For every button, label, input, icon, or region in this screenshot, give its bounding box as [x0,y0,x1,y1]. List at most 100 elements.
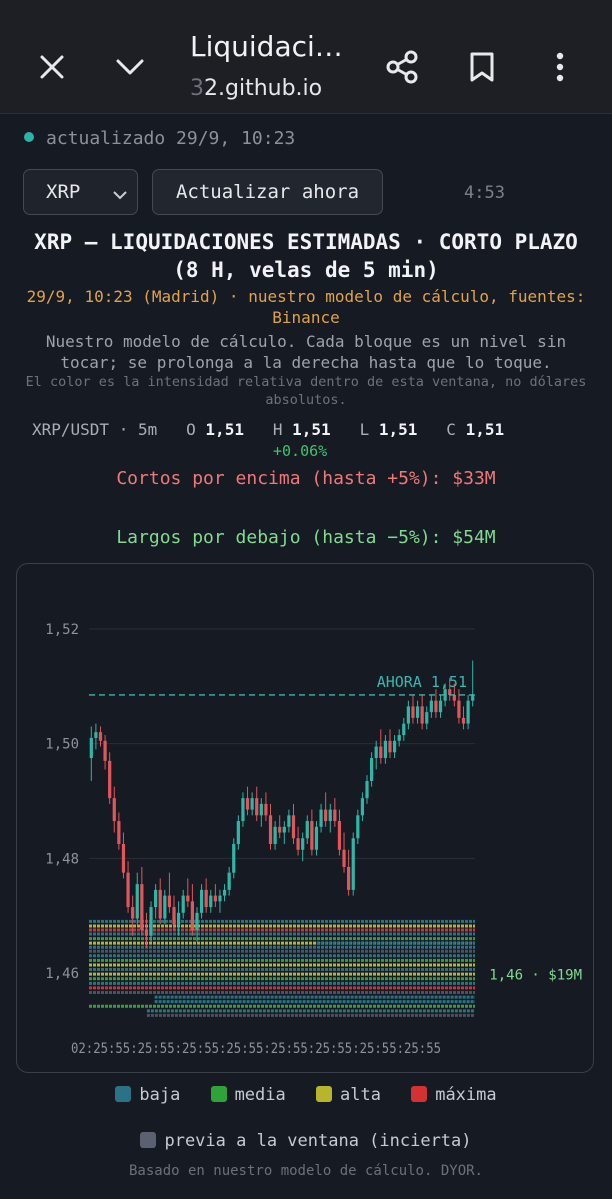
candle-body [245,798,250,810]
chevron-down-icon[interactable] [108,45,152,89]
candle-body [461,717,466,724]
candle-body [250,798,254,810]
candle-body [112,798,116,822]
candle-body [213,895,217,902]
candle-body [351,838,355,890]
candle-body [392,740,397,753]
candle-body [108,760,112,799]
bookmark-icon[interactable] [460,45,504,89]
liquidation-chart[interactable]: 1,52 1,50 1,48 1,46 AHORA 1,51 1,46 · $19M 02:… [17,564,593,1072]
candle-body [305,821,309,839]
open-label: O [186,420,196,439]
candle-body [181,895,185,913]
candle-body [232,844,236,873]
candle-body [314,826,319,850]
longs-total: Largos por debajo (hasta −5%): $54M [116,527,496,548]
legend-label: media [234,1085,286,1105]
low-label: L [359,420,370,439]
close-label: C [446,420,456,439]
candle-body [402,723,406,736]
candle-body [149,907,153,936]
candle-body [356,815,360,839]
symbol-select[interactable]: XRP [23,169,138,215]
candle-body [452,694,456,701]
y-tick-label: 1,52 [45,622,79,638]
candle-body [154,889,158,908]
candle-body [158,889,162,919]
candle-body [365,780,369,799]
low-value: 1,51 [378,420,418,439]
chart-description: Nuestro modelo de cálculo. Cada bloque e… [45,332,567,372]
candle-body [457,700,461,718]
candle-body [388,740,392,753]
symbol-select-value: XRP [46,181,81,203]
legend-label: previa a la ventana (incierta) [164,1131,472,1151]
candle-body [301,838,305,850]
x-tick-labels: 02:25:55:25:55:25:55:25:55:25:55:25:55:2… [71,1041,441,1057]
legend-label: máxima [435,1085,497,1105]
y-tick-label: 1,48 [45,851,79,867]
candle-body [264,803,268,816]
close-icon[interactable] [30,45,74,89]
candle-body [324,809,328,822]
candle-body [186,895,190,902]
candle-body [163,895,167,919]
url-domain: 2.github.io [204,76,323,101]
candle-body [94,732,98,738]
candle-body [190,901,195,930]
legend-item-media: media [210,1085,286,1105]
page-title: Liquidaci… [190,30,343,63]
candle-body [241,798,245,822]
legend-swatch [140,1132,157,1148]
candle-body [425,712,429,724]
legend-swatch [411,1086,428,1102]
y-tick-label: 1,50 [45,737,79,753]
candle-body [466,700,470,724]
candle-body [291,815,296,839]
legend-label: baja [139,1085,181,1105]
status-dot-icon [24,132,34,142]
shorts-total: Cortos por encima (hasta +5%): $33M [116,468,496,489]
chart-heading: XRP — LIQUIDACIONES ESTIMADAS · CORTO PL… [34,230,578,282]
candle-body [195,912,199,930]
pair-label: XRP/USDT · 5m [32,420,158,439]
candle-body [379,746,383,758]
candle-body [222,889,227,896]
candle-body [144,930,149,936]
candle-body [278,826,282,833]
ohlc-readout: XRP/USDT · 5m O 1,51 H 1,51 L 1,51 C 1,5… [32,420,504,439]
candle-body [411,706,415,718]
candle-body [98,732,103,741]
candle-body [117,821,121,844]
candle-body [227,872,231,890]
candle-body [406,706,410,724]
candle-body [218,895,222,902]
candle-body [337,821,342,850]
legend-label: alta [340,1085,381,1105]
candle-body [383,740,388,758]
share-icon[interactable] [380,45,424,89]
legend-swatch [316,1086,332,1102]
chart-note: El color es la intensidad relativa dentr… [25,374,587,408]
chart-meta: 29/9, 10:23 (Madrid) · nuestro modelo de… [26,287,586,327]
candle-body [319,809,323,827]
refresh-countdown: 4:53 [464,183,505,203]
candle-body [209,895,213,908]
more-vert-icon[interactable] [538,45,582,89]
candle-body [273,826,277,844]
refresh-button[interactable]: Actualizar ahora [152,169,383,215]
high-value: 1,51 [292,420,331,439]
candle-body [103,740,107,761]
candle-body [296,838,300,850]
candle-body [121,844,126,873]
chart-container[interactable]: 1,52 1,50 1,48 1,46 AHORA 1,51 1,46 · $19M 02:… [16,563,594,1073]
legend-swatch [210,1086,227,1102]
candle-body [259,803,263,816]
candle-body [328,809,332,822]
candle-body [438,700,443,713]
candle-body [333,809,337,822]
candle-body [342,849,346,867]
candle-body [236,821,240,844]
legend: baja media alta máxima [0,1085,612,1105]
candle-body [471,694,475,701]
